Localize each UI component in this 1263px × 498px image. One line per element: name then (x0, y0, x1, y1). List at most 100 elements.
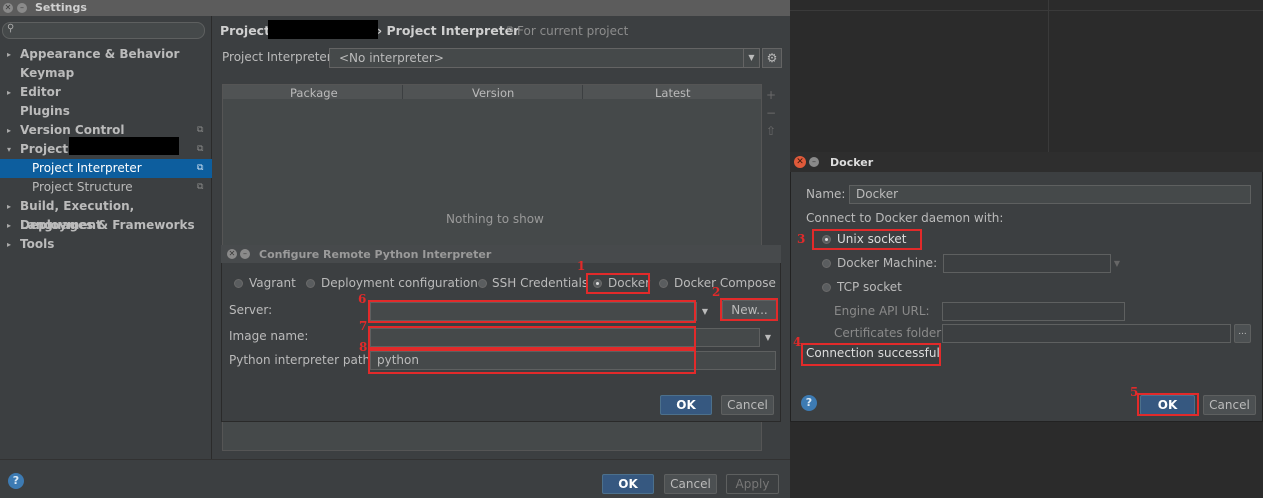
certificates-folder-input[interactable] (942, 324, 1231, 343)
radio-deployment[interactable] (306, 279, 315, 288)
sidebar-item-appearance[interactable]: ▸ Appearance & Behavior (0, 45, 212, 64)
chevron-down-icon: ▼ (1113, 259, 1121, 268)
chevron-right-icon: ▸ (7, 202, 12, 211)
sidebar-item-project[interactable]: ▾ Project: ⧉ (0, 137, 212, 159)
radio-docker-machine[interactable] (822, 259, 831, 268)
background-lower-area (790, 422, 1263, 498)
project-scope-icon: ⧉ (197, 182, 204, 192)
close-icon[interactable]: ✕ (227, 249, 237, 259)
project-scope-icon: ⧉ (197, 144, 204, 154)
interpreter-select[interactable]: <No interpreter> ▼ (329, 48, 760, 68)
sidebar-item-project-structure[interactable]: Project Structure ⧉ (0, 178, 212, 197)
chevron-right-icon: ▸ (7, 240, 12, 249)
annotation-number: 2 (712, 285, 721, 299)
sidebar-item-keymap[interactable]: Keymap (0, 64, 212, 83)
help-icon[interactable]: ? (8, 473, 24, 489)
minimize-icon[interactable]: – (240, 249, 250, 259)
empty-table-text: Nothing to show (446, 212, 544, 226)
browse-button[interactable]: ... (1234, 324, 1251, 343)
cancel-button[interactable]: Cancel (664, 474, 717, 494)
chevron-down-icon: ▾ (7, 145, 12, 154)
sidebar-item-label: Project: (20, 142, 73, 156)
project-scope-icon: ⧉ (507, 25, 514, 35)
dialog-title: Docker (830, 156, 874, 169)
annotation-number: 3 (797, 232, 806, 246)
python-path-label: Python interpreter path: (229, 353, 375, 367)
chevron-down-icon: ▼ (743, 49, 759, 67)
docker-name-input[interactable]: Docker (849, 185, 1251, 204)
interpreter-label: Project Interpreter: (222, 50, 336, 64)
docker-dialog-titlebar: ✕ – Docker (790, 152, 1263, 172)
dialog-title: Configure Remote Python Interpreter (259, 248, 492, 261)
option-docker-compose[interactable]: Docker Compose (674, 276, 776, 290)
chevron-down-icon: ▼ (701, 307, 709, 316)
project-scope-icon: ⧉ (197, 125, 204, 135)
option-deployment-configuration[interactable]: Deployment configuration (321, 276, 478, 290)
column-header-version[interactable]: Version (472, 86, 514, 100)
chevron-right-icon: ▸ (7, 126, 12, 135)
option-docker-machine[interactable]: Docker Machine: (837, 256, 937, 270)
project-scope-icon: ⧉ (197, 163, 204, 173)
radio-docker-compose[interactable] (659, 279, 668, 288)
docker-machine-select[interactable] (943, 254, 1111, 273)
gear-icon[interactable]: ⚙ (762, 48, 782, 68)
ok-button[interactable]: OK (602, 474, 654, 494)
chevron-right-icon: ▸ (7, 88, 12, 97)
annotation-box (801, 343, 941, 366)
annotation-box (586, 273, 650, 294)
image-name-label: Image name: (229, 329, 309, 343)
annotation-number: 6 (358, 292, 367, 306)
option-vagrant[interactable]: Vagrant (249, 276, 296, 290)
certificates-folder-label: Certificates folder: (834, 326, 946, 340)
chevron-down-icon: ▼ (764, 333, 772, 342)
engine-api-url-label: Engine API URL: (834, 304, 930, 318)
page-title-prefix: Project: (220, 23, 276, 38)
minimize-icon[interactable]: – (809, 157, 819, 167)
page-title: › Project Interpreter (377, 23, 520, 38)
sidebar-item-label: Project Structure (32, 180, 133, 194)
engine-api-url-input[interactable] (942, 302, 1125, 321)
remote-ok-button[interactable]: OK (660, 395, 712, 415)
option-tcp-socket[interactable]: TCP socket (837, 280, 902, 294)
annotation-number: 7 (359, 319, 368, 333)
sidebar-item-tools[interactable]: ▸ Tools (0, 235, 212, 254)
annotation-box (368, 349, 696, 374)
sidebar-item-label: Appearance & Behavior (20, 47, 180, 61)
server-label: Server: (229, 303, 273, 317)
help-icon[interactable]: ? (801, 395, 817, 411)
chevron-right-icon: ▸ (7, 221, 12, 230)
sidebar-item-build[interactable]: ▸ Build, Execution, Deployment (0, 197, 212, 232)
sidebar-item-label: Editor (20, 85, 61, 99)
background-editor-area (790, 0, 1263, 152)
close-icon[interactable]: ✕ (794, 156, 806, 168)
connect-label: Connect to Docker daemon with: (806, 211, 1004, 225)
upgrade-package-icon[interactable]: ⇧ (766, 124, 776, 138)
annotation-number: 1 (577, 259, 586, 273)
minimize-icon[interactable]: – (17, 3, 27, 13)
annotation-box (1137, 393, 1199, 416)
sidebar-item-languages[interactable]: ▸ Languages & Frameworks (0, 216, 212, 235)
option-ssh-credentials[interactable]: SSH Credentials (492, 276, 588, 290)
column-header-package[interactable]: Package (290, 86, 338, 100)
add-package-icon[interactable]: + (766, 88, 776, 102)
redacted-project-name (268, 20, 378, 39)
settings-titlebar: ✕ – Settings (0, 0, 790, 16)
sidebar-item-label: Plugins (20, 104, 70, 118)
docker-name-label: Name: (806, 187, 846, 201)
radio-tcp-socket[interactable] (822, 283, 831, 292)
radio-vagrant[interactable] (234, 279, 243, 288)
radio-ssh[interactable] (478, 279, 487, 288)
settings-search-input[interactable]: ⚲ (2, 22, 205, 39)
apply-button[interactable]: Apply (726, 474, 779, 494)
annotation-box (368, 300, 696, 323)
sidebar-item-label: Keymap (20, 66, 75, 80)
docker-cancel-button[interactable]: Cancel (1203, 395, 1256, 415)
sidebar-item-project-interpreter[interactable]: Project Interpreter ⧉ (0, 159, 212, 178)
remote-cancel-button[interactable]: Cancel (721, 395, 774, 415)
close-icon[interactable]: ✕ (3, 3, 13, 13)
sidebar-item-editor[interactable]: ▸ Editor (0, 83, 212, 102)
remove-package-icon[interactable]: − (766, 106, 776, 120)
sidebar-item-label: Project Interpreter (32, 161, 142, 175)
column-header-latest[interactable]: Latest (655, 86, 691, 100)
sidebar-item-plugins[interactable]: Plugins (0, 102, 212, 121)
